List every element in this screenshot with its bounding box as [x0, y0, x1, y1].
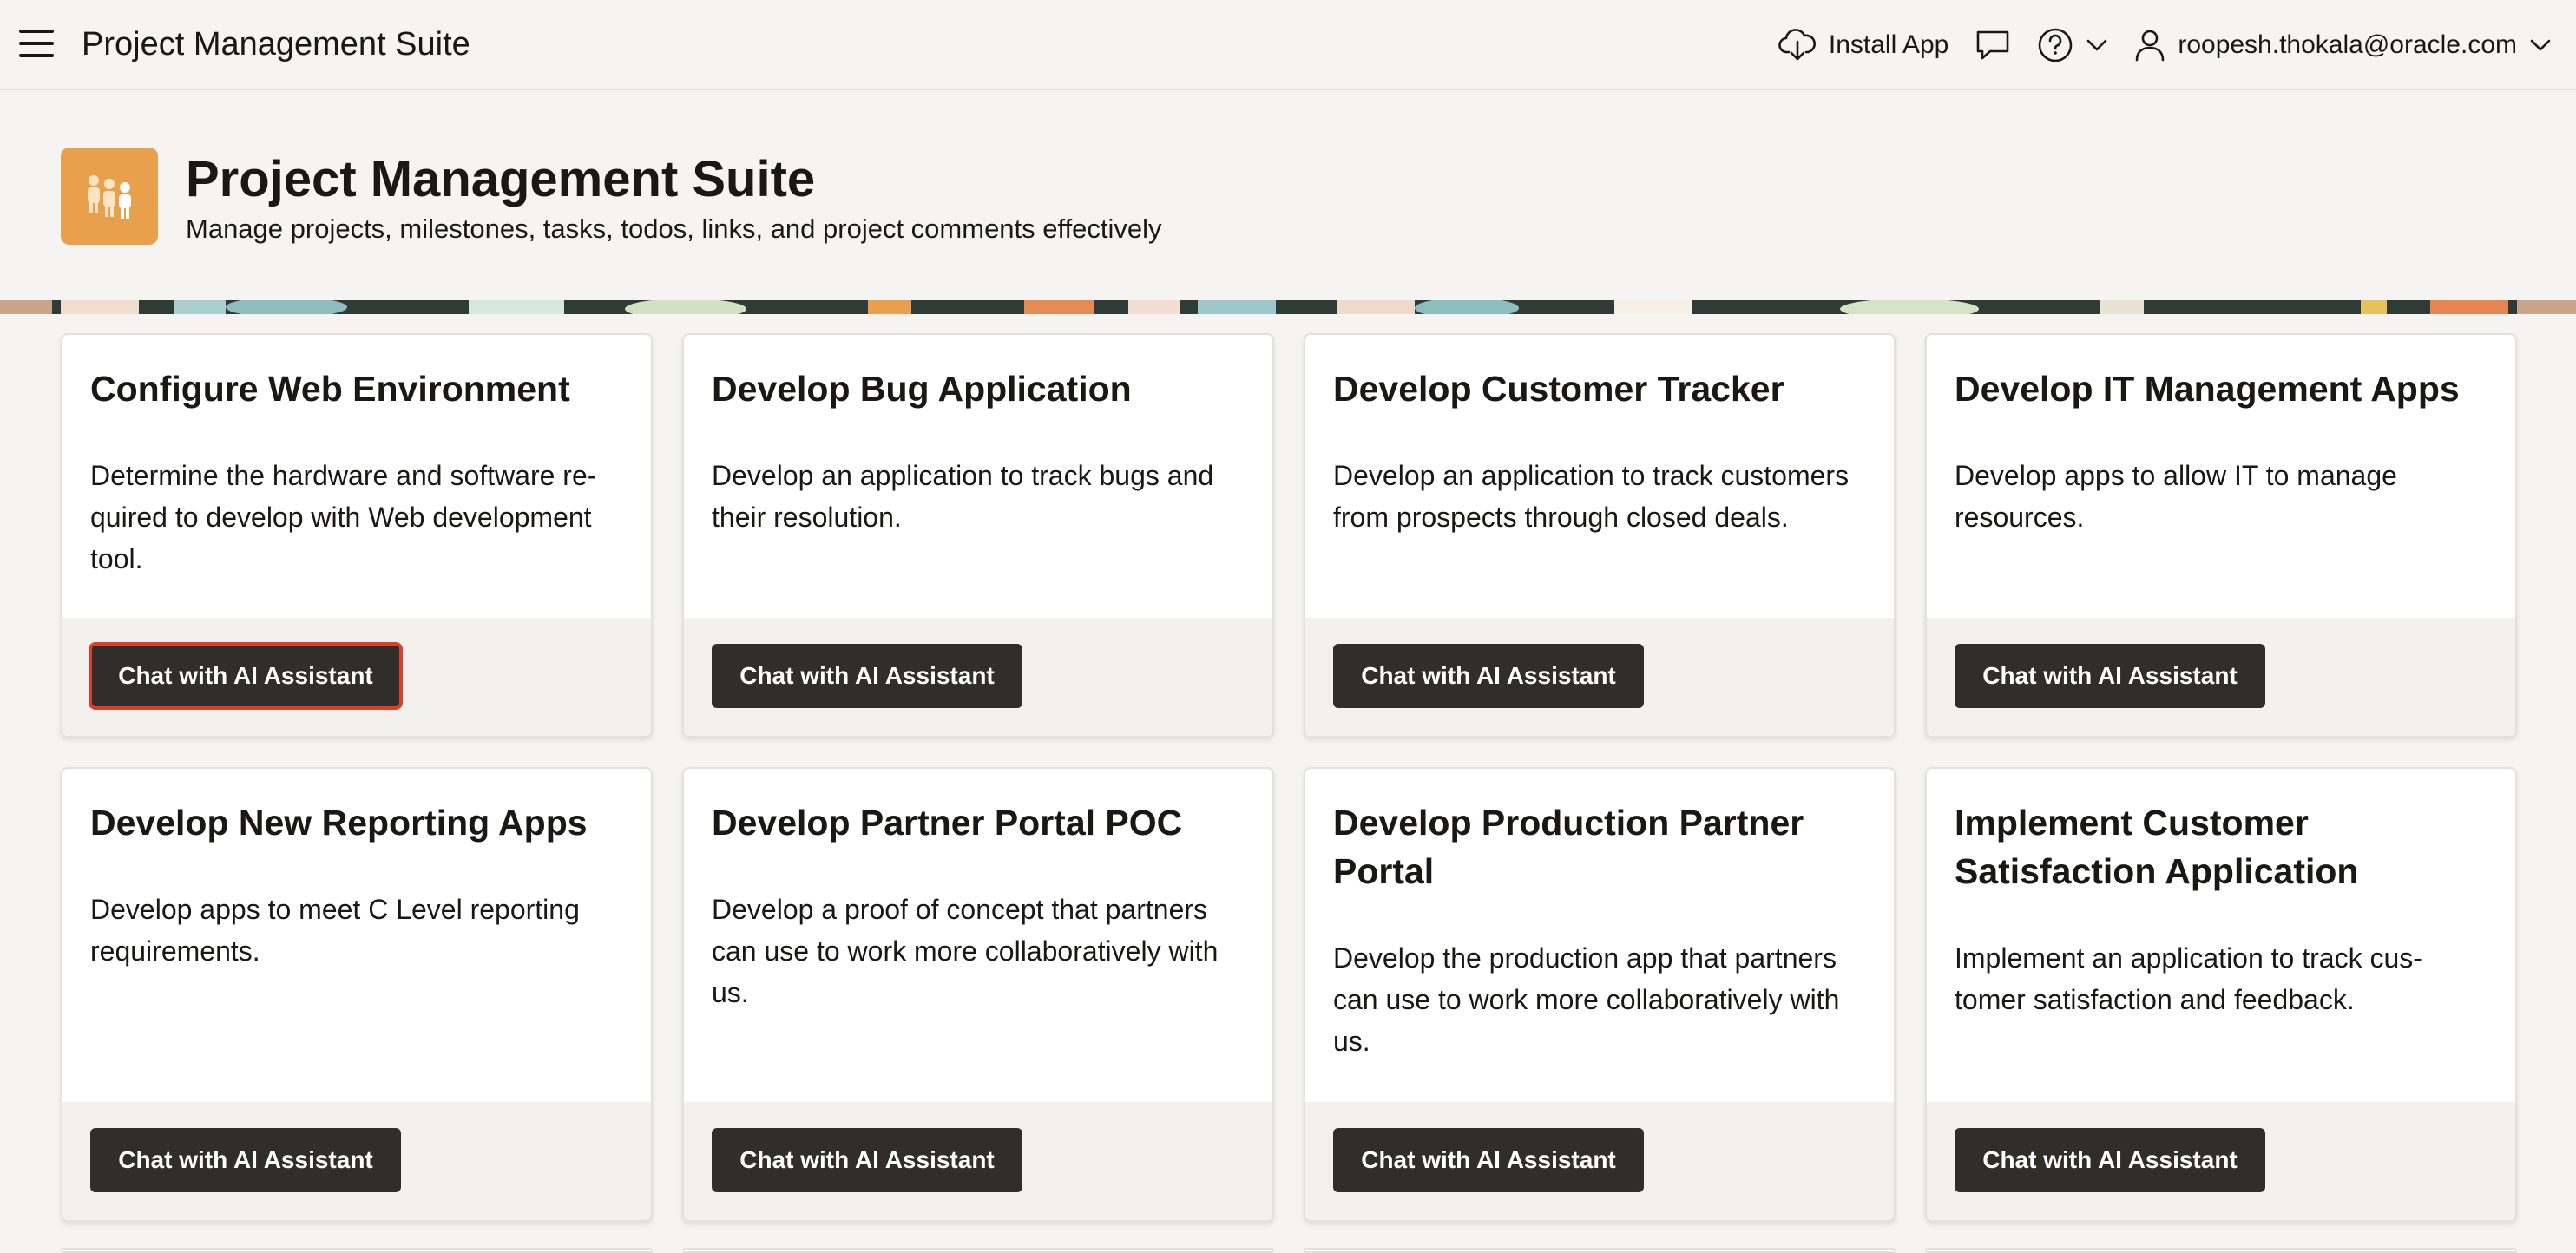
- chat-bubble-icon: [1977, 30, 2009, 60]
- cloud-download-icon: [1778, 29, 1816, 61]
- chat-with-ai-button[interactable]: Chat with AI Assistant: [1333, 644, 1644, 708]
- card-description: Develop apps to allow IT to manage resou…: [1955, 460, 2397, 533]
- card-footer: Chat with AI Assistant: [684, 618, 1272, 736]
- card-footer: Chat with AI Assistant: [1927, 1102, 2515, 1220]
- install-app-button[interactable]: Install App: [1778, 28, 1948, 62]
- banner-pattern: [0, 300, 2576, 314]
- chevron-down-icon: [2087, 39, 2107, 51]
- help-icon: [2039, 28, 2073, 62]
- project-card: Configure Web Environment Determine the …: [61, 333, 653, 738]
- card-title: Develop Bug Application: [712, 369, 1132, 409]
- card-title: Develop Partner Portal POC: [712, 803, 1183, 843]
- card-description: Develop apps to meet C Level reporting r…: [90, 894, 580, 967]
- user-icon: [2136, 30, 2165, 62]
- card-footer: Chat with AI Assistant: [1927, 618, 2515, 736]
- chat-with-ai-button[interactable]: Chat with AI Assistant: [712, 644, 1022, 708]
- install-app-label: Install App: [1828, 30, 1949, 59]
- menu-icon[interactable]: [17, 26, 56, 61]
- feedback-button[interactable]: [1975, 28, 2011, 62]
- card-title: Implement Customer Satisfaction Applicat…: [1955, 803, 2359, 891]
- card-title: Configure Web Environment: [90, 369, 570, 409]
- card-description: Determine the hardware and software re-q…: [90, 460, 597, 574]
- project-card-partial: [682, 1248, 1274, 1253]
- people-icon: [88, 175, 131, 219]
- user-email: roopesh.thokala@oracle.com: [2178, 30, 2517, 59]
- project-card: Develop Bug Application Develop an appli…: [682, 333, 1274, 738]
- chat-with-ai-button[interactable]: Chat with AI Assistant: [1955, 644, 2265, 708]
- chevron-down-icon: [2530, 39, 2551, 51]
- card-footer: Chat with AI Assistant: [684, 1102, 1272, 1220]
- project-card: Develop New Reporting Apps Develop apps …: [61, 767, 653, 1222]
- card-description: Develop an application to track customer…: [1333, 460, 1850, 533]
- card-footer: Chat with AI Assistant: [62, 618, 651, 736]
- card-footer: Chat with AI Assistant: [1305, 618, 1894, 736]
- app-logo: [61, 148, 158, 245]
- page-hero: Project Management Suite Manage projects…: [0, 92, 2576, 300]
- chat-with-ai-button[interactable]: Chat with AI Assistant: [90, 1128, 401, 1192]
- card-title: Develop Production Partner Portal: [1333, 803, 1804, 891]
- decorative-banner: [0, 300, 2576, 314]
- card-footer: Chat with AI Assistant: [1305, 1102, 1894, 1220]
- card-description: Implement an application to track cus-to…: [1955, 942, 2422, 1015]
- chat-with-ai-button[interactable]: Chat with AI Assistant: [712, 1128, 1022, 1192]
- card-title: Develop Customer Tracker: [1333, 369, 1784, 409]
- card-description: Develop an application to track bugs and…: [712, 460, 1214, 533]
- top-header: Project Management Suite Install App roo…: [0, 0, 2576, 90]
- help-menu-button[interactable]: [2037, 27, 2108, 63]
- header-actions: Install App roopesh.thokala@oracle.com: [1778, 0, 2552, 90]
- chat-with-ai-button[interactable]: Chat with AI Assistant: [89, 642, 403, 710]
- project-card: Develop Customer Tracker Develop an appl…: [1304, 333, 1896, 738]
- chat-with-ai-button[interactable]: Chat with AI Assistant: [1333, 1128, 1644, 1192]
- app-title[interactable]: Project Management Suite: [82, 24, 470, 64]
- chat-with-ai-button[interactable]: Chat with AI Assistant: [1955, 1128, 2265, 1192]
- project-card: Develop IT Management Apps Develop apps …: [1925, 333, 2517, 738]
- project-card: Develop Production Partner Portal Develo…: [1304, 767, 1896, 1222]
- user-menu-button[interactable]: roopesh.thokala@oracle.com: [2134, 28, 2552, 62]
- card-title: Develop New Reporting Apps: [90, 803, 588, 843]
- project-card: Implement Customer Satisfaction Applicat…: [1925, 767, 2517, 1222]
- project-card-partial: [61, 1248, 653, 1253]
- card-description: Develop the production app that partners…: [1333, 942, 1840, 1057]
- project-card-partial: [1304, 1248, 1896, 1253]
- card-footer: Chat with AI Assistant: [62, 1102, 651, 1220]
- card-description: Develop a proof of concept that partners…: [712, 894, 1219, 1008]
- page-subtitle: Manage projects, milestones, tasks, todo…: [186, 213, 1162, 244]
- project-card: Develop Partner Portal POC Develop a pro…: [682, 767, 1274, 1222]
- card-title: Develop IT Management Apps: [1955, 369, 2460, 409]
- project-card-partial: [1925, 1248, 2517, 1253]
- page-title: Project Management Suite: [186, 151, 816, 207]
